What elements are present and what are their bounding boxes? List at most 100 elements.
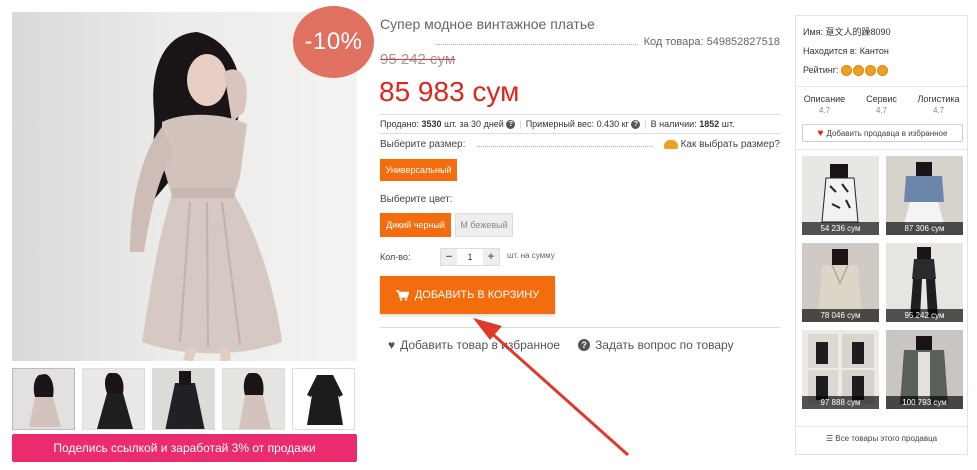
thumbnail-image: [223, 369, 284, 429]
divider: [796, 86, 967, 87]
seller-name-label: Имя:: [803, 27, 824, 37]
dotted-divider: [435, 44, 638, 45]
quantity-label: Кол-во:: [380, 252, 411, 262]
share-earn-button[interactable]: Поделись ссылкой и заработай 3% от прода…: [12, 434, 357, 462]
thumbnail-1[interactable]: [12, 368, 75, 430]
score-label: Сервис: [866, 94, 897, 104]
score-logistics: Логистика 4.7: [910, 94, 967, 116]
seller-panel: Имя: 趸文人的躁8090 Находится в: Кантон Рейти…: [795, 15, 968, 455]
sold-label: Продано:: [380, 119, 420, 129]
quantity-minus-button[interactable]: −: [441, 249, 457, 265]
discount-badge: -10%: [293, 6, 374, 78]
seller-product-card[interactable]: 78 046 сум: [802, 243, 879, 322]
seller-product-card[interactable]: 95 242 сум: [886, 243, 963, 322]
thumbnail-2[interactable]: [82, 368, 145, 430]
add-seller-favorite-button[interactable]: ♥ Добавить продавца в избранное: [802, 124, 963, 142]
rating-medal-icon: [877, 65, 889, 77]
seller-product-card[interactable]: 54 236 сум: [802, 156, 879, 235]
stock-value: 1852: [699, 119, 720, 129]
quantity-note: шт. на сумму: [507, 251, 555, 260]
all-seller-goods-label: Все товары этого продавца: [835, 434, 938, 443]
seller-location-row: Находится в: Кантон: [803, 42, 891, 61]
rating-medal-icon: [865, 65, 877, 77]
score-value: 4.7: [932, 106, 945, 115]
size-selector-row: Выберите размер: Как выбрать размер?: [380, 139, 780, 153]
product-code-row: Код товара: 549852827518: [380, 36, 780, 52]
color-option-black[interactable]: Дикий черный: [380, 213, 451, 237]
score-label: Логистика: [917, 94, 960, 104]
add-to-favorites-link[interactable]: ♥ Добавить товар в избранное: [388, 338, 560, 352]
question-icon: ?: [578, 339, 591, 351]
seller-info: Имя: 趸文人的躁8090 Находится в: Кантон Рейти…: [803, 23, 891, 80]
product-actions: ♥ Добавить товар в избранное ? Задать во…: [388, 338, 734, 352]
ask-question-label: Задать вопрос по товару: [595, 338, 734, 352]
seller-location-label: Находится в:: [803, 46, 858, 56]
shoe-icon: [663, 139, 678, 149]
score-label: Описание: [803, 94, 846, 104]
seller-rating-row: Рейтинг:: [803, 61, 891, 80]
product-price: 97 888 сум: [802, 396, 879, 409]
color-option-beige[interactable]: M бежевый: [455, 213, 513, 237]
quantity-stepper: − 1 +: [440, 248, 500, 266]
weight-value: 0.430 кг: [596, 119, 629, 129]
thumbnail-5[interactable]: [292, 368, 355, 430]
old-price: 95 242 сум: [380, 51, 456, 68]
seller-product-card[interactable]: 100 793 сум: [886, 330, 963, 409]
help-icon[interactable]: ?: [631, 120, 641, 130]
weight-label: Примерный вес:: [525, 119, 595, 129]
help-icon[interactable]: ?: [506, 120, 516, 130]
product-price: 87 306 сум: [886, 222, 963, 235]
thumbnail-4[interactable]: [222, 368, 285, 430]
dotted-divider: [477, 146, 652, 147]
divider: [380, 133, 780, 134]
color-label: Выберите цвет:: [380, 194, 453, 205]
separator: |: [519, 119, 522, 129]
current-price: 85 983 сум: [379, 76, 520, 107]
divider: [796, 149, 967, 150]
seller-scores: Описание 4.7 Сервис 4.7 Логистика 4.7: [796, 94, 967, 116]
weight-stat: Примерный вес: 0.430 кг ?: [525, 119, 641, 130]
thumbnail-3[interactable]: [152, 368, 215, 430]
stock-label: В наличии:: [650, 119, 697, 129]
seller-product-card[interactable]: 97 888 сум: [802, 330, 879, 409]
ask-question-link[interactable]: ? Задать вопрос по товару: [578, 338, 734, 352]
size-label: Выберите размер:: [380, 139, 466, 150]
quantity-plus-button[interactable]: +: [483, 249, 499, 265]
heart-icon: ♥: [817, 127, 824, 139]
stock-suffix: шт.: [721, 119, 735, 129]
all-seller-goods-link[interactable]: ☰ Все товары этого продавца: [796, 434, 967, 443]
product-title: Супер модное винтажное платье: [380, 16, 595, 32]
thumbnail-strip: [12, 368, 357, 430]
seller-products-grid: 54 236 сум 87 306 сум 78 046 сум 95 242 …: [802, 156, 963, 409]
score-description: Описание 4.7: [796, 94, 853, 116]
sold-suffix: шт. за 30 дней: [444, 119, 504, 129]
add-to-favorites-label: Добавить товар в избранное: [400, 338, 561, 352]
sold-stat: Продано: 3530 шт. за 30 дней ?: [380, 119, 516, 130]
add-seller-favorite-label: Добавить продавца в избранное: [826, 128, 948, 138]
seller-location: Кантон: [859, 46, 889, 56]
size-option-universal[interactable]: Универсальный: [380, 159, 457, 181]
cart-icon: [395, 289, 409, 301]
score-value: 4.7: [875, 106, 888, 115]
add-to-cart-button[interactable]: ДОБАВИТЬ В КОРЗИНУ: [380, 276, 555, 314]
seller-product-card[interactable]: 87 306 сум: [886, 156, 963, 235]
thumbnail-image: [293, 369, 354, 429]
seller-name[interactable]: 趸文人的躁8090: [826, 27, 891, 37]
product-price: 100 793 сум: [886, 396, 963, 409]
size-guide-link[interactable]: Как выбрать размер?: [663, 139, 780, 150]
product-code: Код товара: 549852827518: [643, 36, 780, 48]
heart-icon: ♥: [388, 338, 396, 352]
thumbnail-image: [13, 369, 74, 429]
score-service: Сервис 4.7: [853, 94, 910, 116]
stock-stat: В наличии: 1852 шт.: [651, 119, 735, 129]
rating-medal-icon: [853, 65, 865, 77]
divider: [380, 327, 780, 328]
seller-rating-label: Рейтинг:: [803, 65, 839, 75]
sold-value: 3530: [421, 119, 442, 129]
product-price: 54 236 сум: [802, 222, 879, 235]
product-stats: Продано: 3530 шт. за 30 дней ? | Примерн…: [380, 119, 780, 130]
quantity-input[interactable]: 1: [457, 249, 483, 265]
product-price: 78 046 сум: [802, 309, 879, 322]
thumbnail-image: [153, 369, 214, 429]
add-to-cart-label: ДОБАВИТЬ В КОРЗИНУ: [414, 289, 540, 301]
